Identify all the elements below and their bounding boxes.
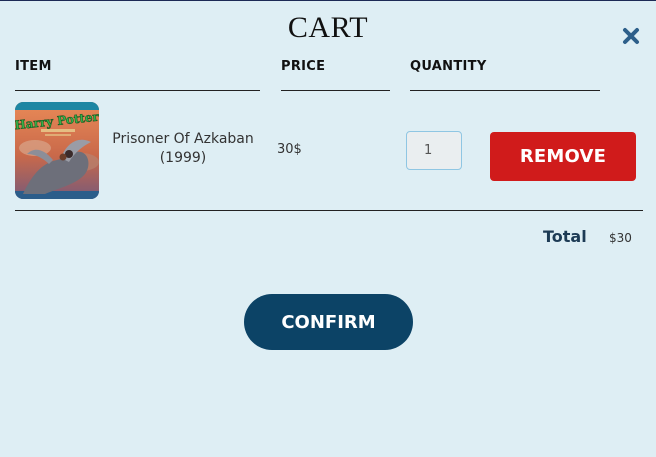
total-value: $30 bbox=[609, 231, 632, 245]
remove-button[interactable]: REMOVE bbox=[490, 132, 636, 181]
confirm-button[interactable]: CONFIRM bbox=[244, 294, 413, 350]
column-header-item: ITEM bbox=[15, 59, 52, 74]
row-divider bbox=[15, 210, 643, 211]
close-icon bbox=[623, 28, 639, 44]
column-divider-quantity bbox=[410, 90, 600, 91]
quantity-input[interactable] bbox=[406, 131, 462, 170]
book-cover-image: Harry Potter bbox=[15, 102, 99, 199]
total-label: Total bbox=[543, 227, 587, 246]
item-year: (1999) bbox=[159, 150, 207, 166]
cart-title: CART bbox=[287, 11, 369, 44]
column-header-quantity: QUANTITY bbox=[410, 59, 487, 74]
column-header-price: PRICE bbox=[281, 59, 326, 74]
item-name: Prisoner Of Azkaban (1999) bbox=[108, 130, 258, 168]
close-button[interactable] bbox=[620, 25, 642, 47]
column-divider-price bbox=[281, 90, 390, 91]
cart-modal: CART ITEM PRICE QUANTITY Harry Potter Pr… bbox=[0, 0, 656, 457]
item-price: 30$ bbox=[277, 142, 302, 157]
column-divider-item bbox=[15, 90, 260, 91]
item-title: Prisoner Of Azkaban bbox=[112, 131, 254, 147]
